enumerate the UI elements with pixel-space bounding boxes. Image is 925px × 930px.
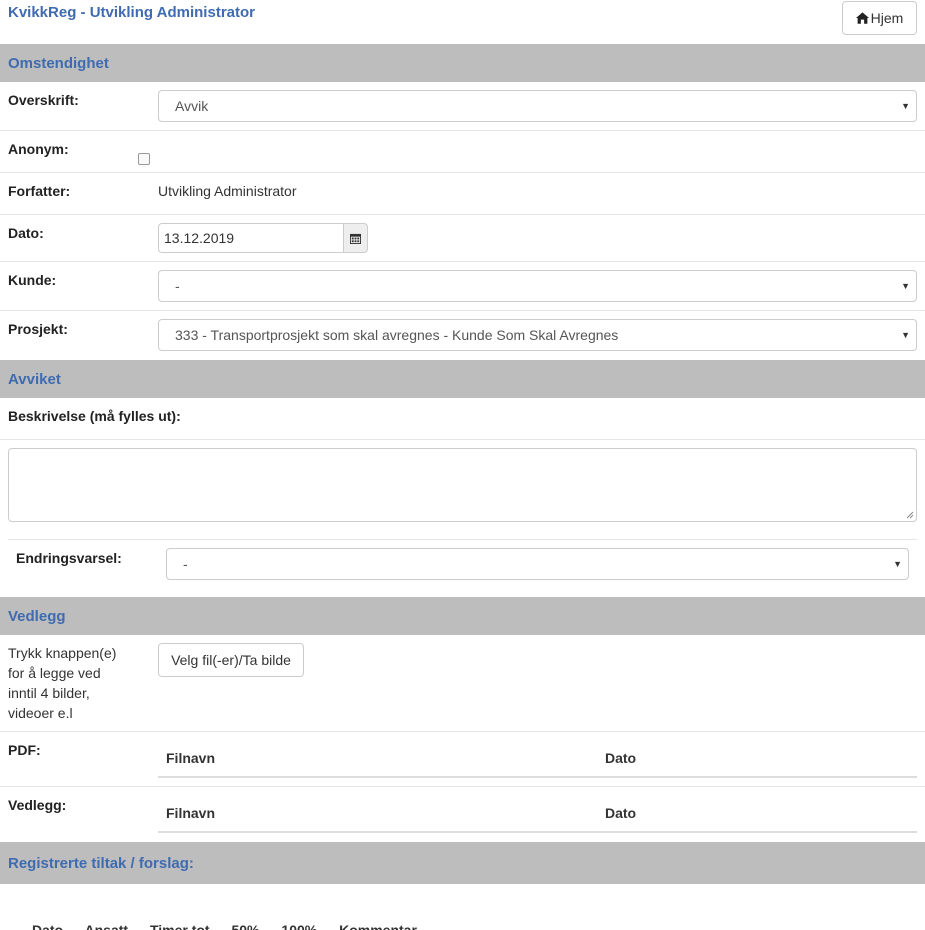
forfatter-value: Utvikling Administrator (158, 183, 297, 199)
pdf-col-filnavn: Filnavn (166, 750, 216, 766)
table-rule (158, 776, 917, 778)
kunde-label: Kunde: (8, 272, 57, 288)
tiltak-col-kommentar: Kommentar (339, 922, 417, 930)
dato-input[interactable]: 13.12.2019 (158, 223, 344, 253)
endringsvarsel-value: - (183, 556, 188, 572)
pdf-col-dato: Dato (605, 750, 637, 766)
pdf-label: PDF: (8, 742, 41, 758)
tiltak-col-100: 100% (281, 922, 318, 930)
tiltak-col-dato: Dato (32, 922, 64, 930)
divider (8, 539, 917, 540)
home-button-label: Hjem (870, 10, 904, 26)
divider (0, 261, 925, 262)
prosjekt-select[interactable]: 333 - Transportprosjekt som skal avregne… (158, 319, 917, 351)
divider (0, 172, 925, 173)
tiltak-col-50: 50% (231, 922, 260, 930)
beskrivelse-label: Beskrivelse (må fylles ut): (8, 408, 181, 424)
overskrift-select[interactable]: Avvik ▼ (158, 90, 917, 122)
overskrift-value: Avvik (175, 98, 209, 114)
tiltak-table-header: Dato Ansatt Timer tot 50% 100% Kommentar (32, 922, 435, 930)
app-title: KvikkReg - Utvikling Administrator (8, 4, 255, 21)
caret-down-icon: ▼ (901, 330, 910, 340)
divider (0, 439, 925, 440)
vedlegg-label: Vedlegg: (8, 797, 67, 813)
tiltak-col-timer: Timer tot (149, 922, 210, 930)
section-vedlegg: Vedlegg (0, 597, 925, 635)
caret-down-icon: ▼ (901, 281, 910, 291)
dato-label: Dato: (8, 225, 44, 241)
home-button[interactable]: Hjem (842, 1, 917, 35)
date-picker-button[interactable] (343, 223, 368, 253)
kunde-select[interactable]: - ▼ (158, 270, 917, 302)
divider (0, 214, 925, 215)
dato-value: 13.12.2019 (164, 230, 235, 246)
prosjekt-label: Prosjekt: (8, 321, 68, 337)
tiltak-col-ansatt: Ansatt (84, 922, 129, 930)
divider (0, 731, 925, 732)
vedlegg-col-filnavn: Filnavn (166, 805, 216, 821)
prosjekt-value: 333 - Transportprosjekt som skal avregne… (175, 327, 619, 343)
beskrivelse-textarea[interactable] (8, 448, 917, 522)
vedlegg-col-dato: Dato (605, 805, 637, 821)
endringsvarsel-select[interactable]: - ▼ (166, 548, 909, 580)
divider (0, 310, 925, 311)
section-tiltak: Registrerte tiltak / forslag: (0, 842, 925, 884)
resize-grip-icon[interactable] (906, 511, 914, 519)
endringsvarsel-label: Endringsvarsel: (16, 550, 122, 566)
calendar-icon (350, 233, 361, 244)
caret-down-icon: ▼ (901, 101, 910, 111)
section-omstendighet: Omstendighet (0, 44, 925, 82)
divider (0, 786, 925, 787)
section-avviket: Avviket (0, 360, 925, 398)
home-icon (855, 12, 869, 24)
overskrift-label: Overskrift: (8, 92, 79, 108)
divider (0, 130, 925, 131)
table-rule (158, 831, 917, 833)
caret-down-icon: ▼ (893, 559, 902, 569)
kunde-value: - (175, 278, 180, 294)
anonym-checkbox[interactable] (138, 153, 150, 165)
select-files-button[interactable]: Velg fil(-er)/Ta bilde (158, 643, 304, 677)
vedlegg-help-text: Trykk knappen(e) for å legge ved inntil … (8, 645, 117, 721)
anonym-label: Anonym: (8, 141, 69, 157)
forfatter-label: Forfatter: (8, 183, 71, 199)
